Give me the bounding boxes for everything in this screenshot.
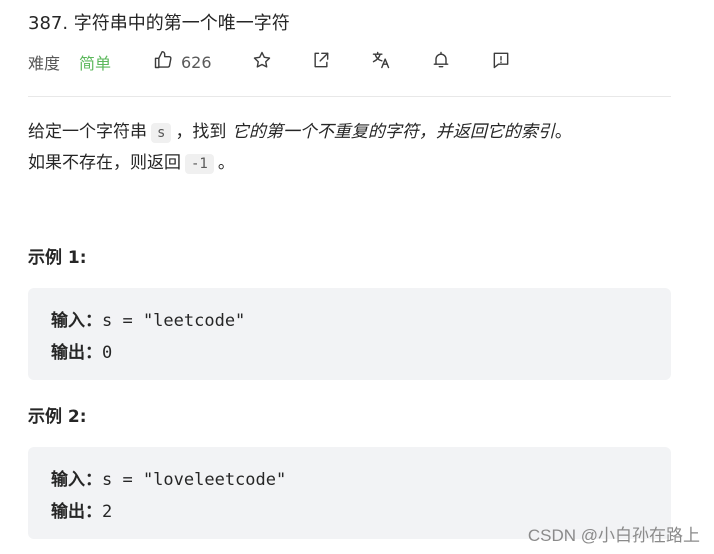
output-label: 输出： xyxy=(51,343,102,363)
example-1-box: 输入：s = "leetcode" 输出：0 xyxy=(28,288,671,380)
input-value: s = "leetcode" xyxy=(102,311,246,331)
desc-text: 。 xyxy=(217,153,235,173)
difficulty-label-wrap: 难度 xyxy=(28,48,60,76)
feedback-icon xyxy=(491,50,511,74)
problem-meta-bar: 难度 简单 626 xyxy=(28,48,678,76)
like-button[interactable]: 626 xyxy=(153,48,212,76)
share-icon xyxy=(311,50,331,74)
inline-code-neg-one: -1 xyxy=(185,154,214,174)
feedback-button[interactable] xyxy=(491,48,511,76)
desc-text: 如果不存在，则返回 xyxy=(28,153,181,173)
input-label: 输入： xyxy=(51,311,102,331)
example-1-title: 示例 1: xyxy=(28,248,87,268)
difficulty-label: 难度 xyxy=(28,54,61,73)
input-value: s = "loveleetcode" xyxy=(102,470,287,490)
output-label: 输出： xyxy=(51,502,102,522)
bell-icon xyxy=(431,50,451,74)
divider xyxy=(28,96,671,97)
translate-button[interactable] xyxy=(371,48,391,76)
desc-text: 。 xyxy=(554,122,572,142)
desc-text: 给定一个字符串 xyxy=(28,122,147,142)
thumbs-up-icon xyxy=(153,50,173,74)
like-count: 626 xyxy=(181,52,212,72)
output-value: 0 xyxy=(102,343,113,363)
example-2-output: 输出：2 xyxy=(51,497,112,522)
desc-text: ，找到 xyxy=(175,122,227,142)
example-1-input: 输入：s = "leetcode" xyxy=(51,306,245,331)
problem-description: 给定一个字符串 s ，找到 它的第一个不重复的字符，并返回它的索引。 如果不存在，则… xyxy=(28,117,678,179)
share-button[interactable] xyxy=(311,48,331,76)
difficulty-badge: 简单 xyxy=(79,54,112,73)
inline-code-s: s xyxy=(151,123,172,143)
favorite-button[interactable] xyxy=(252,48,272,76)
watermark: CSDN @小白孙在路上 xyxy=(527,526,700,545)
star-icon xyxy=(252,50,272,74)
notify-button[interactable] xyxy=(431,48,451,76)
desc-emphasis: 它的第一个不重复的字符，并返回它的索引 xyxy=(231,122,555,142)
description-line-2: 如果不存在，则返回 -1。 xyxy=(28,148,678,179)
example-1-output: 输出：0 xyxy=(51,338,112,363)
translate-icon xyxy=(371,50,391,74)
example-2-input: 输入：s = "loveleetcode" xyxy=(51,465,286,490)
problem-title: 387. 字符串中的第一个唯一字符 xyxy=(28,13,290,34)
description-line-1: 给定一个字符串 s ，找到 它的第一个不重复的字符，并返回它的索引。 xyxy=(28,117,678,148)
difficulty-wrap: 简单 xyxy=(79,48,111,76)
example-2-title: 示例 2: xyxy=(28,407,87,427)
output-value: 2 xyxy=(102,502,113,522)
input-label: 输入： xyxy=(51,470,102,490)
